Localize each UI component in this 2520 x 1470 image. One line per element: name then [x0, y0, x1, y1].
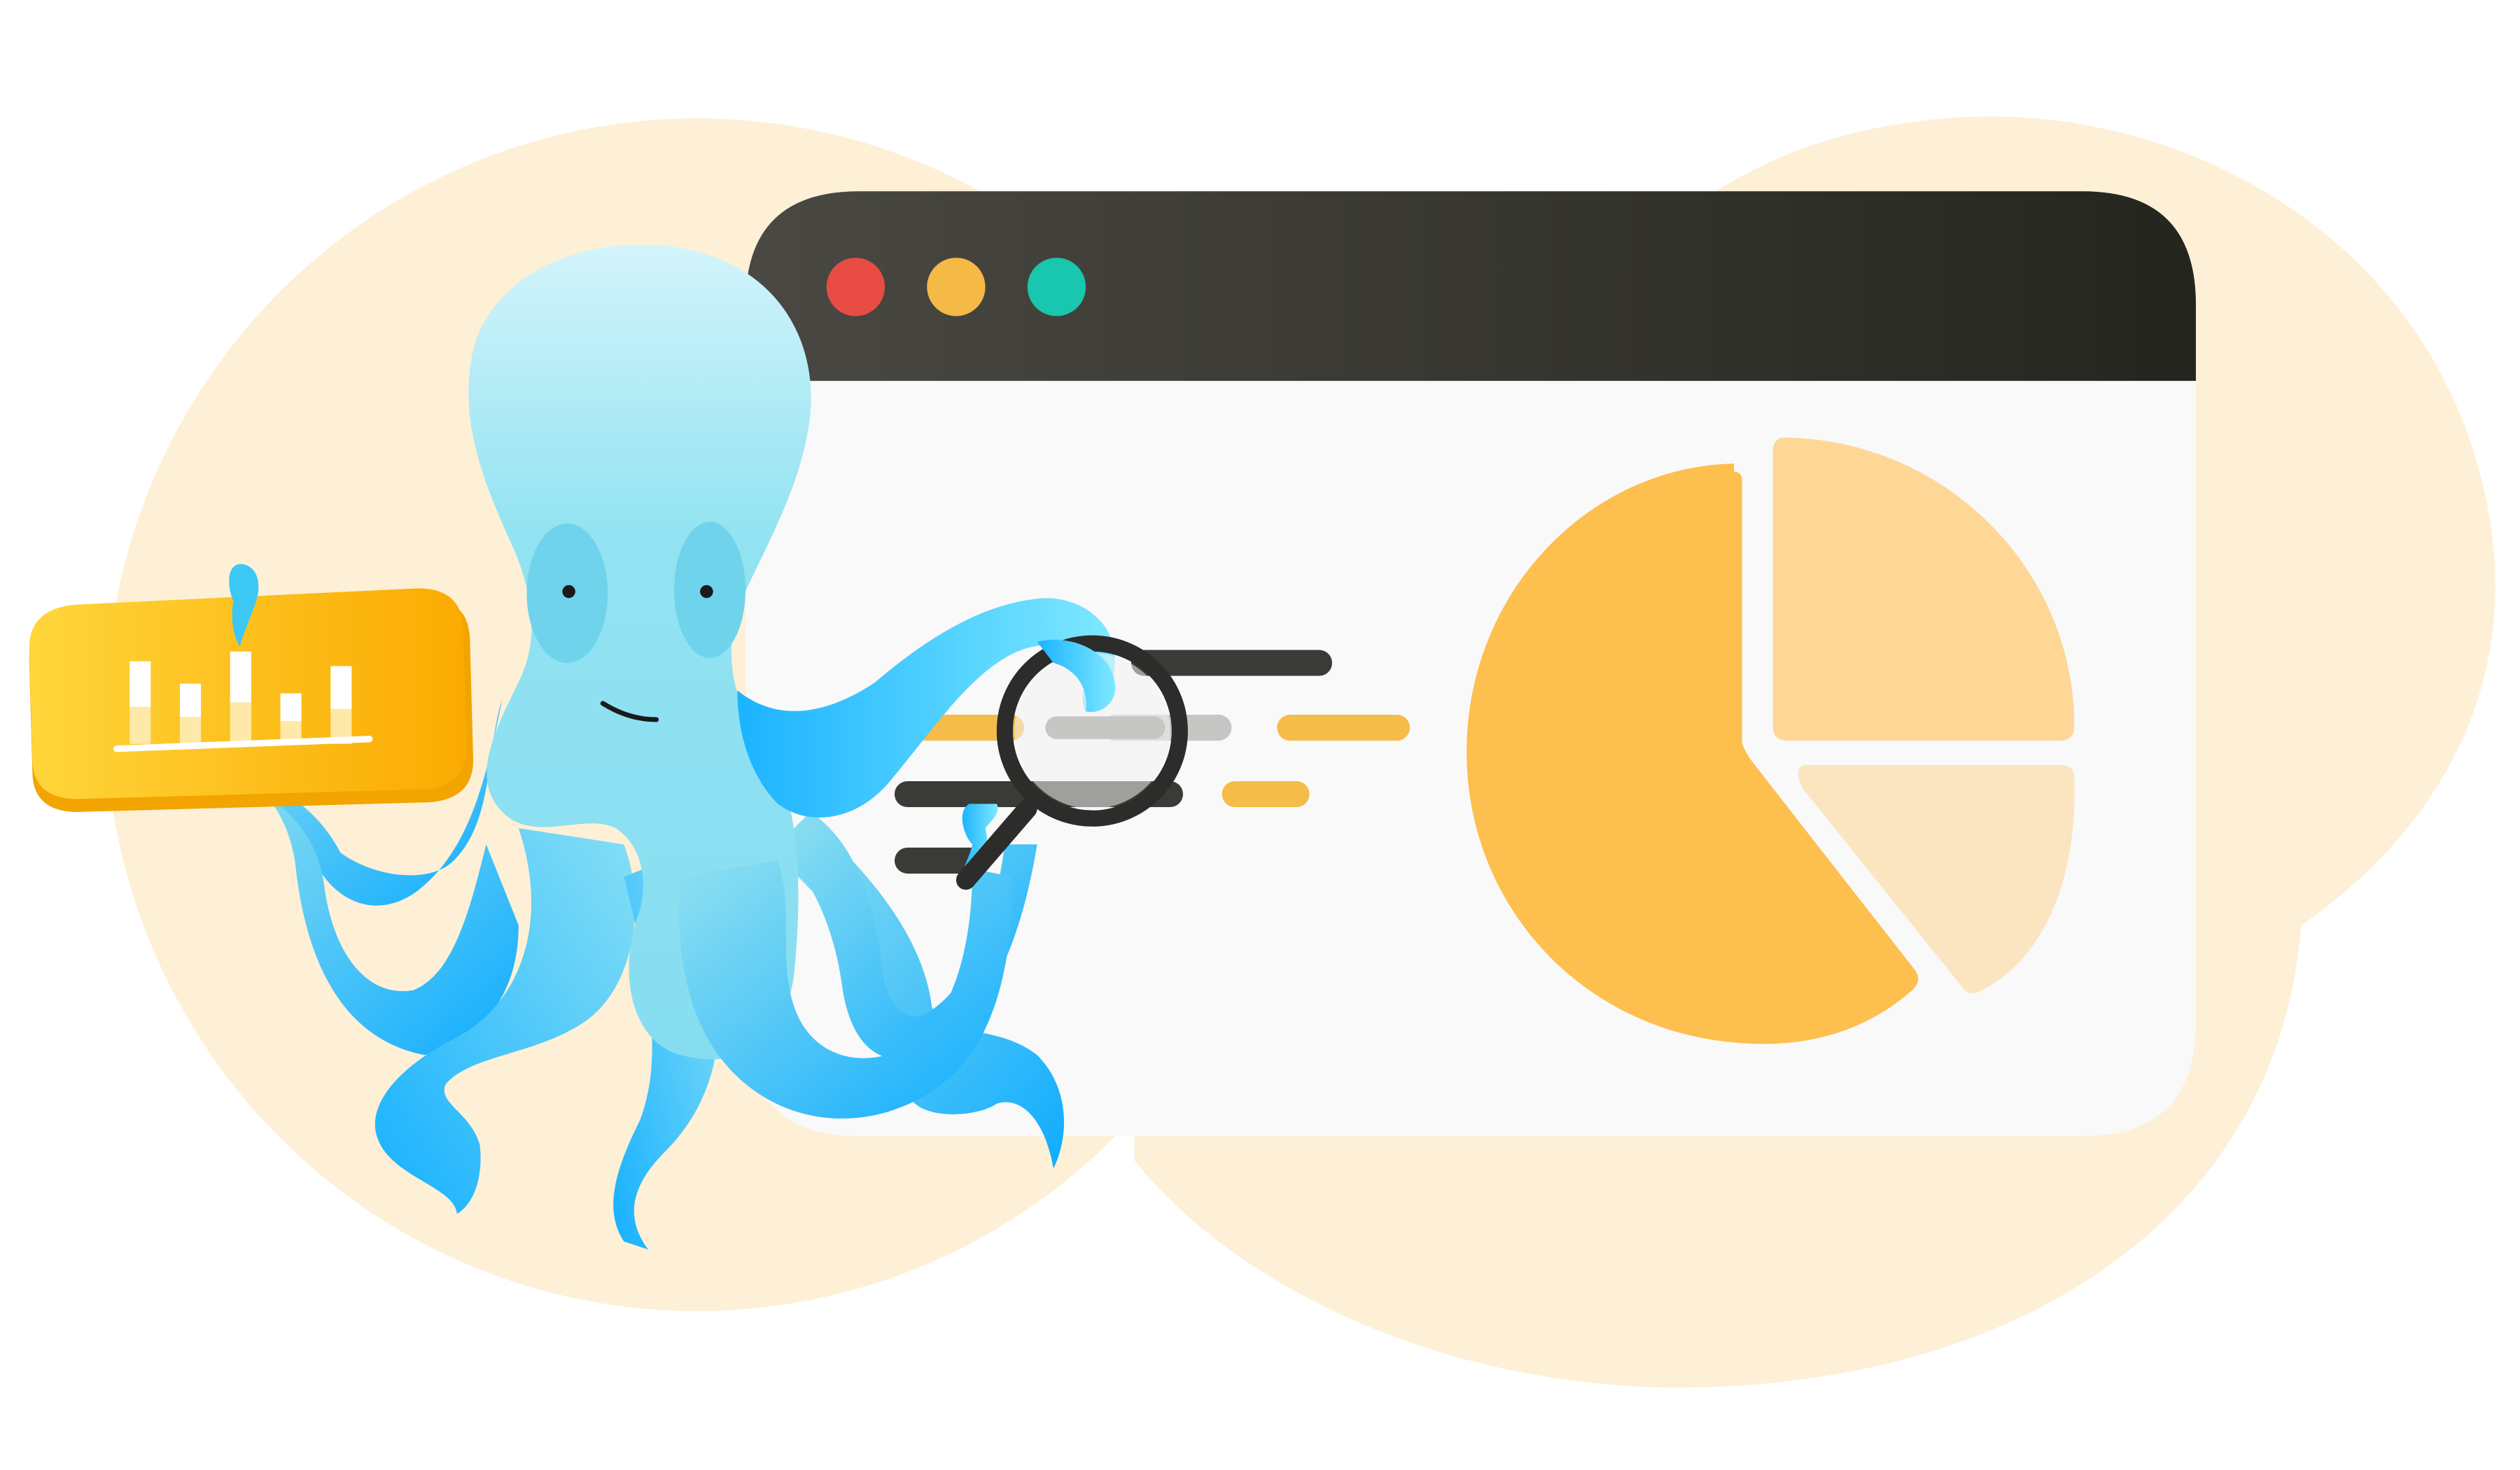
illustration-scene	[29, 116, 2496, 1388]
badge-bar	[130, 661, 151, 707]
badge-bar-track	[230, 700, 251, 744]
minimize-dot[interactable]	[927, 258, 986, 316]
badge-bar	[330, 666, 352, 709]
octopus-pupil-right	[700, 584, 713, 598]
badge-bar	[230, 651, 251, 703]
badge-bar-track	[130, 700, 151, 744]
close-dot[interactable]	[826, 258, 886, 316]
badge-bar	[179, 683, 202, 717]
illustration-stage	[0, 0, 2520, 1470]
badge-bar	[280, 693, 302, 722]
maximize-dot[interactable]	[1027, 258, 1086, 316]
bar-chart-badge-icon	[29, 564, 474, 812]
octopus-pupil-left	[562, 584, 575, 598]
